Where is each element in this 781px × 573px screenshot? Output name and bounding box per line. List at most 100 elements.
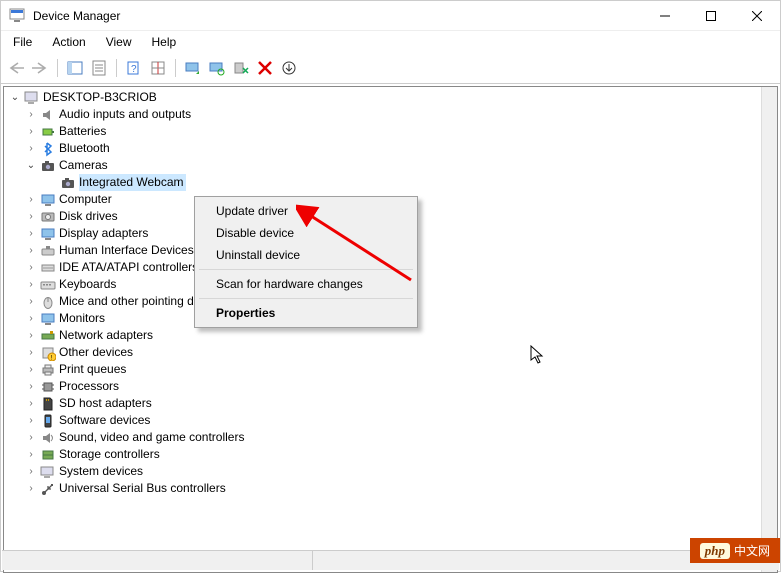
expand-toggle[interactable]: ⌄ [8, 91, 22, 105]
category-label[interactable]: SD host adapters [59, 395, 152, 412]
properties-button[interactable] [88, 57, 110, 79]
expand-toggle[interactable]: › [24, 397, 38, 411]
ctx-scan-hardware[interactable]: Scan for hardware changes [198, 273, 414, 295]
x-icon [258, 61, 272, 75]
show-hide-tree-button[interactable] [64, 57, 86, 79]
disable-device-button[interactable] [230, 57, 252, 79]
expand-toggle[interactable]: › [24, 142, 38, 156]
expand-toggle[interactable]: › [24, 210, 38, 224]
ctx-update-driver[interactable]: Update driver [198, 200, 414, 222]
category-label[interactable]: Monitors [59, 310, 105, 327]
category-label[interactable]: Sound, video and game controllers [59, 429, 244, 446]
scan-hardware-button[interactable] [206, 57, 228, 79]
expand-toggle[interactable]: › [24, 261, 38, 275]
sound-icon [40, 430, 56, 446]
root-node-label[interactable]: DESKTOP-B3CRIOB [43, 89, 157, 106]
vertical-scrollbar[interactable] [761, 87, 777, 572]
category-label[interactable]: Processors [59, 378, 119, 395]
expand-toggle[interactable]: › [24, 465, 38, 479]
context-menu: Update driver Disable device Uninstall d… [194, 196, 418, 328]
arrow-right-icon [32, 62, 48, 74]
ctx-disable-device[interactable]: Disable device [198, 222, 414, 244]
category-label[interactable]: Cameras [59, 157, 108, 174]
expand-toggle[interactable]: › [24, 108, 38, 122]
expand-toggle[interactable]: › [24, 244, 38, 258]
properties-icon [91, 60, 107, 76]
expand-toggle[interactable]: › [24, 312, 38, 326]
category-label[interactable]: Print queues [59, 361, 126, 378]
expand-toggle[interactable]: › [24, 363, 38, 377]
expand-toggle[interactable]: › [24, 227, 38, 241]
monitor-up-icon [185, 60, 201, 76]
ctx-separator [199, 298, 413, 299]
expand-toggle[interactable]: › [24, 125, 38, 139]
titlebar: Device Manager [1, 1, 780, 31]
category-label[interactable]: Human Interface Devices [59, 242, 194, 259]
panel-icon [67, 60, 83, 76]
bluetooth-icon [40, 141, 56, 157]
category-label[interactable]: Software devices [59, 412, 150, 429]
processor-icon [40, 379, 56, 395]
forward-button[interactable] [29, 57, 51, 79]
arrow-left-icon [8, 62, 24, 74]
menu-help[interactable]: Help [148, 33, 181, 51]
computer-icon [40, 192, 56, 208]
statusbar [2, 550, 779, 570]
ctx-properties[interactable]: Properties [198, 302, 414, 324]
expand-toggle[interactable]: › [24, 295, 38, 309]
expand-toggle[interactable]: › [24, 414, 38, 428]
expand-toggle[interactable]: › [24, 380, 38, 394]
expand-toggle[interactable]: › [24, 329, 38, 343]
expand-toggle[interactable]: › [24, 278, 38, 292]
expand-toggle[interactable]: › [24, 448, 38, 462]
menu-action[interactable]: Action [48, 33, 89, 51]
category-label[interactable]: Batteries [59, 123, 106, 140]
watermark-prefix: php [700, 543, 730, 559]
category-label[interactable]: Storage controllers [59, 446, 160, 463]
maximize-button[interactable] [688, 1, 734, 31]
install-legacy-button[interactable] [278, 57, 300, 79]
ctx-uninstall-device[interactable]: Uninstall device [198, 244, 414, 266]
update-driver-button[interactable] [182, 57, 204, 79]
expand-toggle[interactable]: ⌄ [24, 159, 38, 173]
category-label[interactable]: Computer [59, 191, 112, 208]
category-label[interactable]: Other devices [59, 344, 133, 361]
expand-toggle[interactable]: › [24, 193, 38, 207]
system-icon [40, 464, 56, 480]
svg-text:?: ? [131, 64, 137, 75]
back-button[interactable] [5, 57, 27, 79]
expand-toggle[interactable]: › [24, 346, 38, 360]
close-button[interactable] [734, 1, 780, 31]
category-label[interactable]: Universal Serial Bus controllers [59, 480, 226, 497]
category-label[interactable]: Display adapters [59, 225, 148, 242]
sd-icon [40, 396, 56, 412]
camera-icon [40, 158, 56, 174]
disable-icon [233, 60, 249, 76]
menu-view[interactable]: View [102, 33, 136, 51]
minimize-button[interactable] [642, 1, 688, 31]
camera-icon [60, 175, 76, 191]
category-label[interactable]: Network adapters [59, 327, 153, 344]
watermark: php 中文网 [690, 538, 780, 563]
category-label[interactable]: Audio inputs and outputs [59, 106, 191, 123]
help-button[interactable]: ? [123, 57, 145, 79]
watermark-text: 中文网 [734, 542, 770, 559]
uninstall-device-button[interactable] [254, 57, 276, 79]
battery-icon [40, 124, 56, 140]
menu-file[interactable]: File [9, 33, 36, 51]
category-label[interactable]: System devices [59, 463, 143, 480]
grid-icon [150, 60, 166, 76]
expand-toggle[interactable]: › [24, 482, 38, 496]
keyboard-icon [40, 277, 56, 293]
action-button[interactable] [147, 57, 169, 79]
category-label[interactable]: Disk drives [59, 208, 118, 225]
expand-toggle[interactable]: › [24, 431, 38, 445]
down-circle-icon [281, 60, 297, 76]
storage-icon [40, 447, 56, 463]
category-label[interactable]: Keyboards [59, 276, 116, 293]
category-label[interactable]: Bluetooth [59, 140, 110, 157]
device-label-selected[interactable]: Integrated Webcam [79, 174, 186, 191]
window-title: Device Manager [33, 9, 642, 23]
category-label[interactable]: IDE ATA/ATAPI controllers [59, 259, 198, 276]
network-icon [40, 328, 56, 344]
